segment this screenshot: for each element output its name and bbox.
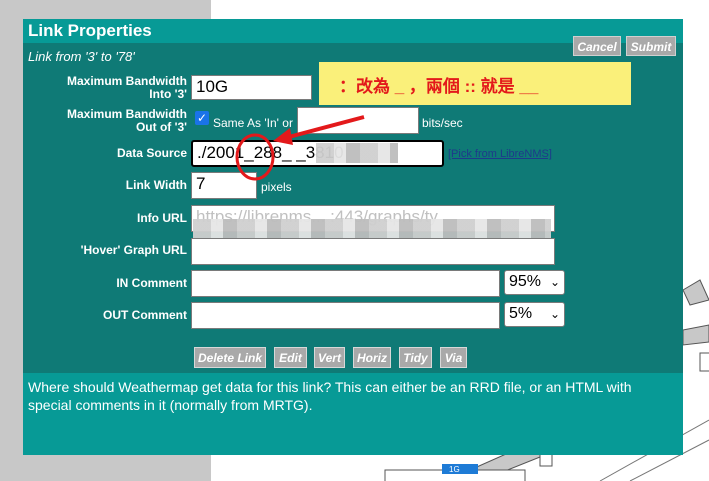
horiz-button[interactable]: Horiz — [353, 347, 391, 368]
out-comment-input[interactable] — [191, 302, 500, 329]
same-as-in-text: Same As 'In' or — [213, 116, 293, 130]
in-comment-label: IN Comment — [116, 276, 187, 290]
chevron-down-icon: ⌄ — [549, 275, 560, 289]
out-position-value: 5% — [509, 305, 533, 322]
in-position-select[interactable]: 95% ⌄ — [504, 270, 565, 295]
bits-sec-unit: bits/sec — [422, 116, 463, 130]
cancel-button[interactable]: Cancel — [573, 36, 621, 56]
tidy-button[interactable]: Tidy — [399, 347, 432, 368]
data-source-label: Data Source — [116, 146, 187, 160]
hover-url-input[interactable] — [191, 238, 555, 265]
map-link-badge — [442, 464, 478, 474]
via-button[interactable]: Via — [440, 347, 467, 368]
map-arrow-1 — [682, 279, 709, 306]
info-url-label: Info URL — [137, 211, 187, 225]
annotation-note-text: ：改為 _ ，兩個 :: 就是 __ — [339, 77, 539, 96]
same-as-in-checkbox[interactable]: ✓ — [195, 111, 209, 125]
pick-from-librenms-link[interactable]: [Pick from LibreNMS] — [448, 148, 552, 160]
in-position-value: 95% — [509, 273, 542, 290]
bw-out-input[interactable] — [297, 107, 419, 134]
map-node — [699, 352, 709, 372]
out-comment-label: OUT Comment — [103, 308, 187, 322]
pixels-unit: pixels — [261, 180, 292, 194]
bw-in-label-line2: Into '3' — [149, 87, 187, 101]
redacted-region — [316, 143, 398, 163]
link-width-input[interactable]: 7 — [191, 172, 257, 199]
chevron-down-icon: ⌄ — [549, 307, 560, 321]
annotation-note: ：改為 _ ，兩個 :: 就是 __ — [319, 62, 631, 105]
bw-in-label: Maximum Bandwidth Into '3' — [67, 75, 187, 101]
dialog-subtitle: Link from '3' to '78' — [28, 49, 135, 64]
submit-button[interactable]: Submit — [626, 36, 676, 56]
map-node-label: 1G — [449, 465, 460, 474]
in-comment-input[interactable] — [191, 270, 500, 297]
bw-out-label-line2: Out of '3' — [135, 120, 187, 134]
bw-in-input[interactable]: 10G — [191, 75, 312, 100]
bw-out-label: Maximum Bandwidth Out of '3' — [67, 108, 187, 134]
help-panel: Where should Weathermap get data for thi… — [23, 373, 683, 455]
vert-button[interactable]: Vert — [314, 347, 345, 368]
edit-button[interactable]: Edit — [274, 347, 307, 368]
map-arrow-2 — [682, 324, 709, 346]
hover-url-label: 'Hover' Graph URL — [80, 243, 187, 257]
help-text: Where should Weathermap get data for thi… — [28, 379, 632, 413]
link-width-label: Link Width — [125, 178, 187, 192]
out-position-select[interactable]: 5% ⌄ — [504, 302, 565, 327]
delete-link-button[interactable]: Delete Link — [194, 347, 266, 368]
